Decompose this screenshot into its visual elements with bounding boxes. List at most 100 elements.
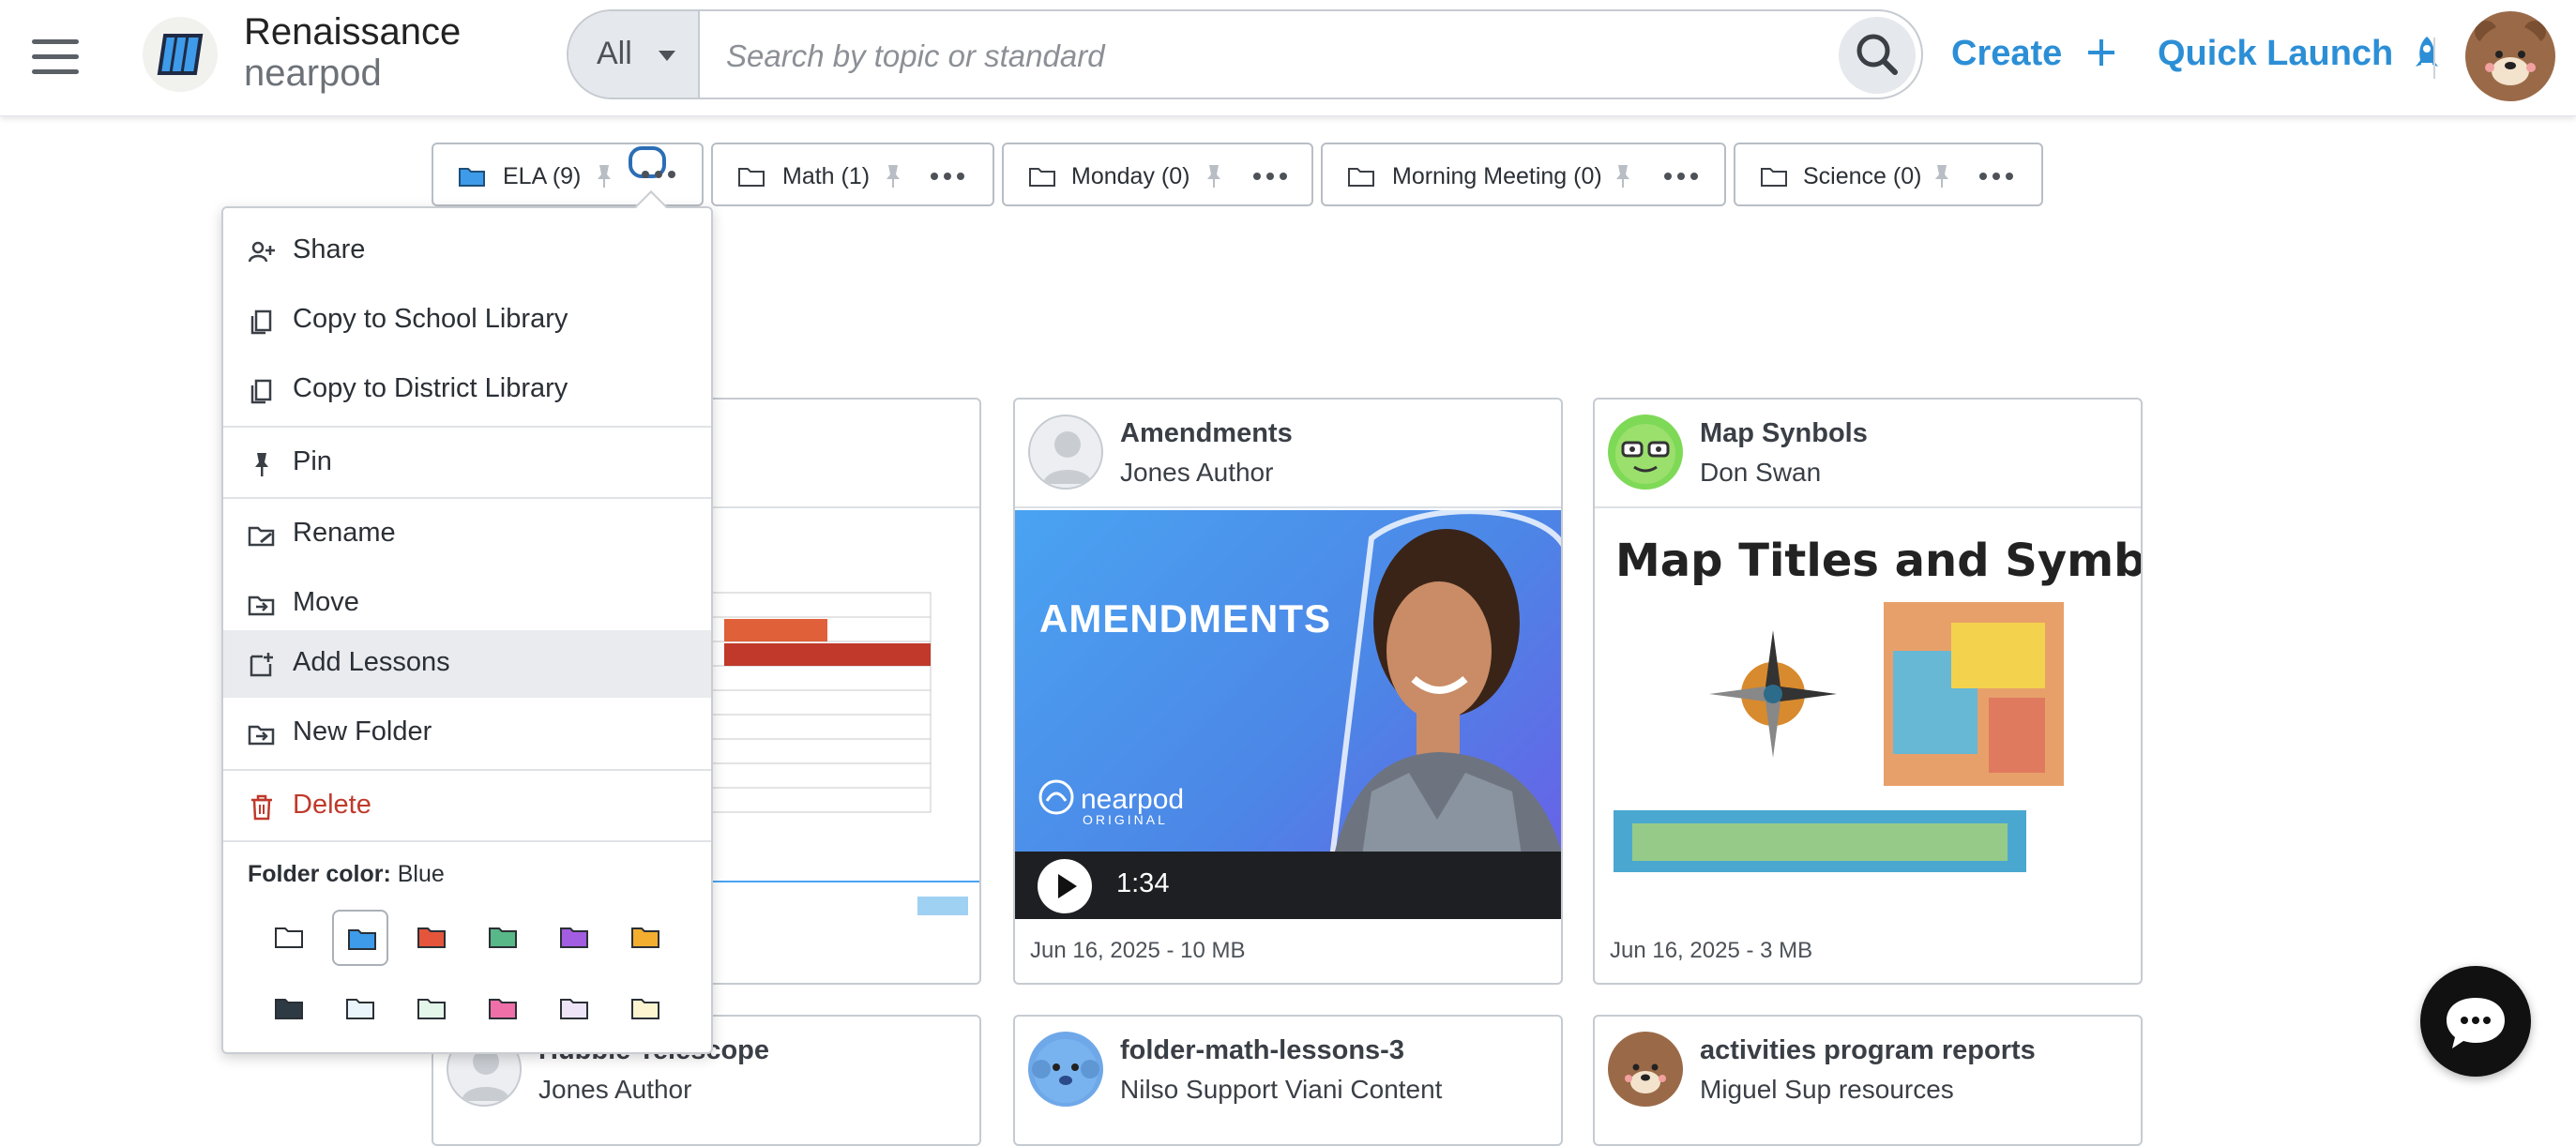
- color-swatch-blue[interactable]: [332, 910, 388, 966]
- search-icon: [1856, 34, 1898, 75]
- card-title: Amendments: [1120, 418, 1293, 448]
- color-swatch-dark[interactable]: [261, 981, 317, 1037]
- card-meta: Jun 16, 2025 - 3 MB: [1610, 938, 1813, 963]
- lesson-card-activities[interactable]: activities program reports Miguel Sup re…: [1593, 1015, 2143, 1146]
- folder-options-button[interactable]: [1662, 159, 1700, 191]
- card-author: Don Swan: [1700, 458, 1822, 487]
- menu-label: Copy to School Library: [293, 304, 568, 334]
- author-avatar: [1028, 1032, 1103, 1107]
- color-swatch-light-green[interactable]: [403, 981, 460, 1037]
- card-thumbnail: Map Titles and Symbols: [1595, 510, 2141, 919]
- play-button[interactable]: [1038, 859, 1092, 913]
- folder-options-button[interactable]: [1251, 159, 1289, 191]
- author-avatar: [1608, 415, 1683, 490]
- rename-folder-icon: [248, 526, 275, 547]
- color-swatch-purple[interactable]: [546, 910, 602, 966]
- menu-item-new-folder[interactable]: New Folder: [223, 700, 711, 767]
- menu-label: Copy to District Library: [293, 373, 568, 403]
- search-bar: All: [567, 9, 1923, 99]
- search-scope-value: All: [597, 36, 632, 71]
- search-input[interactable]: [726, 30, 1758, 83]
- card-header: Amendments Jones Author: [1015, 400, 1561, 508]
- video-duration: 1:34: [1116, 868, 1170, 898]
- pin-icon[interactable]: [1614, 163, 1632, 189]
- map-illustration: [1614, 602, 2064, 872]
- menu-item-delete[interactable]: Delete: [223, 773, 711, 840]
- menu-item-pin[interactable]: Pin: [223, 430, 711, 497]
- brand-renaissance: Renaissance: [244, 11, 462, 53]
- menu-item-rename[interactable]: Rename: [223, 501, 711, 568]
- folder-tab-morning-meeting[interactable]: Morning Meeting (0): [1321, 143, 1726, 206]
- folder-icon: [346, 999, 374, 1019]
- menu-label: Share: [293, 234, 366, 264]
- folder-icon: [417, 927, 446, 948]
- create-label: Create: [1951, 34, 2063, 73]
- color-swatch-lavender[interactable]: [546, 981, 602, 1037]
- folder-icon: [489, 927, 517, 948]
- folder-icon: [631, 999, 659, 1019]
- folder-icon: [417, 999, 446, 1019]
- copy-icon: [250, 379, 272, 404]
- card-header: activities program reports Miguel Sup re…: [1595, 1017, 2141, 1125]
- card-author: Jones Author: [538, 1075, 692, 1104]
- menu-item-share[interactable]: Share: [223, 218, 711, 285]
- pin-icon[interactable]: [595, 163, 614, 189]
- folder-color-label: Folder color:: [248, 861, 391, 887]
- folder-options-button[interactable]: [929, 159, 966, 191]
- color-swatch-pink[interactable]: [475, 981, 531, 1037]
- rocket-icon: [2415, 37, 2438, 67]
- folder-tab-monday[interactable]: Monday (0): [1002, 143, 1313, 206]
- lesson-card-folder-math[interactable]: folder-math-lessons-3 Nilso Support Vian…: [1013, 1015, 1563, 1146]
- folder-tab-science[interactable]: Science (0): [1734, 143, 2043, 206]
- menu-label: Move: [293, 587, 359, 617]
- menu-divider: [223, 426, 711, 428]
- menu-divider: [223, 840, 711, 842]
- menu-item-add-lessons[interactable]: Add Lessons: [223, 630, 711, 698]
- chat-icon: [2447, 998, 2505, 1048]
- quick-launch-button[interactable]: Quick Launch: [2158, 34, 2441, 74]
- user-avatar[interactable]: [2465, 11, 2555, 101]
- thumbnail-title: AMENDMENTS: [1039, 596, 1331, 641]
- brand-nearpod: nearpod: [244, 53, 382, 94]
- move-folder-icon: [248, 596, 275, 616]
- folder-label: Monday (0): [1071, 163, 1190, 189]
- folder-options-menu: Share Copy to School Library Copy to Dis…: [221, 206, 713, 1054]
- trash-icon: [251, 794, 272, 821]
- menu-label: Rename: [293, 518, 396, 548]
- color-swatch-green[interactable]: [475, 910, 531, 966]
- lesson-card-amendments[interactable]: Amendments Jones Author AMENDMENTS nearp…: [1013, 398, 1563, 985]
- menu-item-copy-district[interactable]: Copy to District Library: [223, 356, 711, 424]
- menu-hamburger-icon[interactable]: [32, 39, 79, 77]
- color-swatch-red[interactable]: [403, 910, 460, 966]
- menu-divider: [223, 769, 711, 771]
- lesson-card-map-symbols[interactable]: Map Synbols Don Swan Map Titles and Symb…: [1593, 398, 2143, 985]
- pin-icon[interactable]: [1932, 163, 1951, 189]
- color-swatch-light-blue[interactable]: [332, 981, 388, 1037]
- folder-tab-math[interactable]: Math (1): [711, 143, 994, 206]
- video-thumbnail[interactable]: AMENDMENTS nearpod ORIGINAL 1:34: [1015, 510, 1561, 919]
- copy-icon: [250, 309, 272, 335]
- renaissance-logo[interactable]: [143, 17, 218, 92]
- chevron-down-icon: [659, 51, 675, 61]
- menu-item-move[interactable]: Move: [223, 570, 711, 638]
- color-swatch-white[interactable]: [261, 910, 317, 966]
- folder-options-button[interactable]: [629, 146, 675, 178]
- folder-options-button[interactable]: [1977, 159, 2015, 191]
- folder-tab-ela[interactable]: ELA (9): [432, 143, 704, 206]
- chat-button[interactable]: [2420, 966, 2531, 1077]
- color-swatch-light-yellow[interactable]: [617, 981, 674, 1037]
- menu-item-copy-school[interactable]: Copy to School Library: [223, 287, 711, 354]
- pin-icon: [255, 453, 268, 476]
- pin-icon[interactable]: [1205, 163, 1223, 189]
- create-button[interactable]: Create: [1951, 34, 2117, 74]
- search-button[interactable]: [1839, 17, 1916, 94]
- brand-label: nearpod: [1081, 784, 1185, 815]
- add-lessons-icon: [250, 653, 273, 677]
- search-scope-select[interactable]: All: [568, 11, 700, 98]
- folder-icon: [489, 999, 517, 1019]
- folder-icon: [275, 927, 303, 948]
- color-swatch-orange[interactable]: [617, 910, 674, 966]
- pin-icon[interactable]: [884, 163, 902, 189]
- card-header: folder-math-lessons-3 Nilso Support Vian…: [1015, 1017, 1561, 1125]
- card-author: Jones Author: [1120, 458, 1274, 487]
